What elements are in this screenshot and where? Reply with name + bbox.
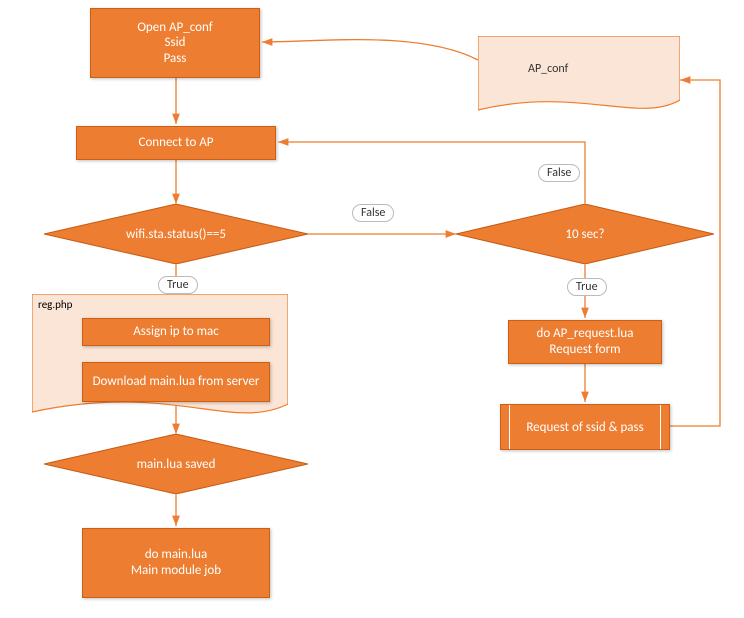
label-true: True — [158, 276, 198, 294]
node-download-main: Download main.lua from server — [82, 362, 270, 402]
doc-reg-php: reg.php — [32, 294, 288, 424]
node-label: Connect to AP — [139, 135, 214, 151]
node-wifi-status: wifi.sta.status()==5 — [44, 204, 308, 264]
node-label: Download main.lua from server — [93, 374, 260, 390]
node-label: Assign ip to mac — [133, 324, 218, 340]
node-do-main: do main.lua Main module job — [82, 528, 270, 598]
label-false: False — [352, 204, 394, 222]
doc-label: AP_conf — [528, 62, 568, 76]
node-main-saved: main.lua saved — [44, 434, 308, 494]
node-ten-sec: 10 sec? — [456, 204, 714, 264]
node-label: Request of ssid & pass — [514, 420, 655, 435]
label-false: False — [538, 164, 580, 182]
node-label: 10 sec? — [565, 227, 604, 242]
node-label: main.lua saved — [137, 457, 216, 472]
label-true: True — [567, 278, 607, 296]
doc-ap-conf: AP_conf — [478, 36, 680, 118]
node-connect-ap: Connect to AP — [76, 126, 276, 160]
node-open-ap-conf: Open AP_conf Ssid Pass — [90, 8, 260, 78]
node-label: do main.lua Main module job — [131, 547, 221, 578]
node-label: do AP_request.lua Request form — [537, 326, 634, 357]
node-assign-ip: Assign ip to mac — [82, 318, 270, 346]
node-label: Open AP_conf Ssid Pass — [137, 20, 212, 67]
node-request-ssid: Request of ssid & pass — [500, 404, 670, 450]
node-do-ap-request: do AP_request.lua Request form — [508, 320, 662, 364]
doc-label: reg.php — [38, 298, 72, 311]
node-label: wifi.sta.status()==5 — [126, 227, 226, 242]
